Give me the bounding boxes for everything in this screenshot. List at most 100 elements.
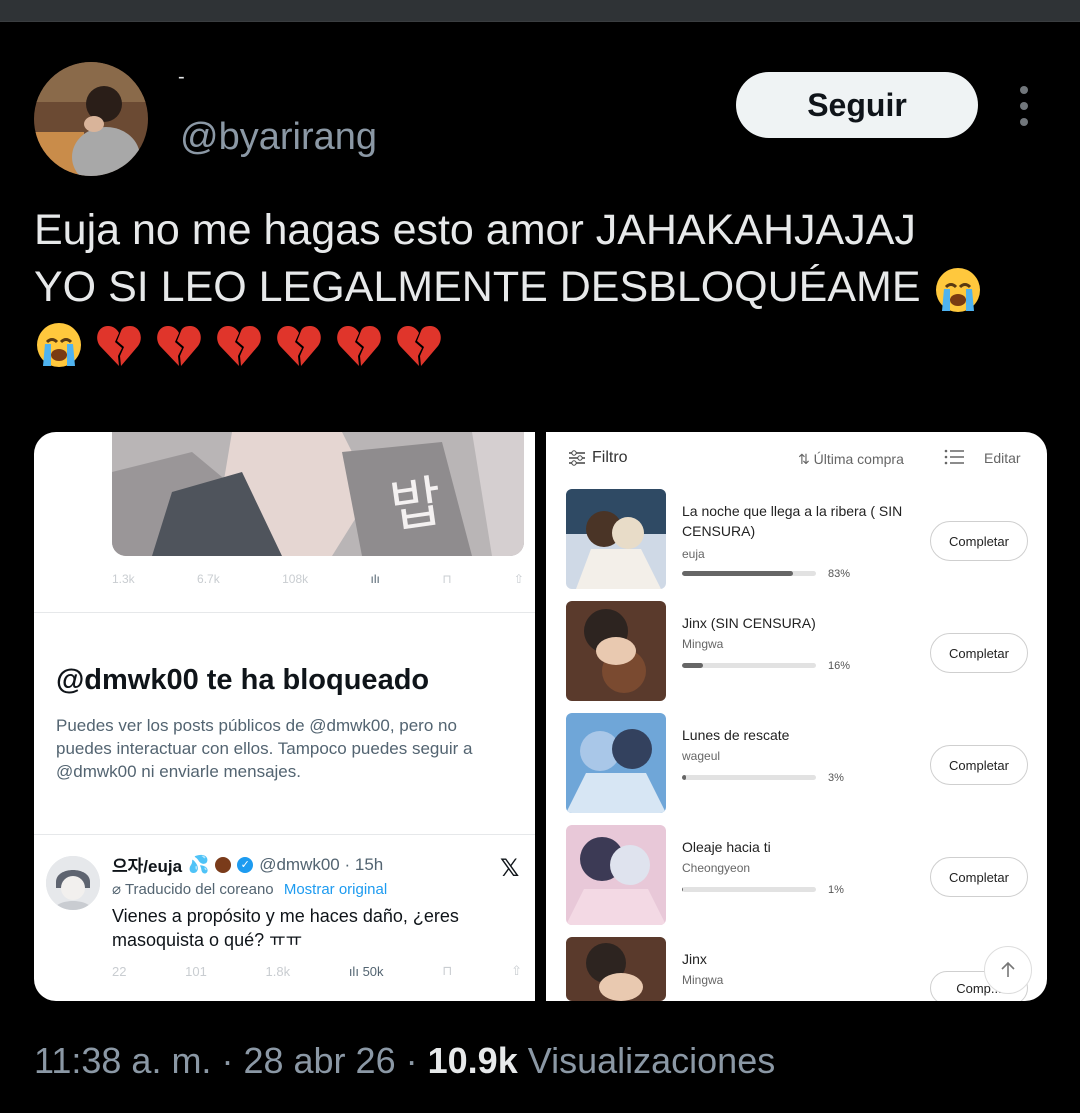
faint-like-count: 108k xyxy=(282,572,309,586)
book-author: Cheongyeon xyxy=(682,861,751,875)
complete-button[interactable]: Completar xyxy=(930,633,1028,673)
book-title: Jinx xyxy=(682,951,707,967)
reply-author-name[interactable]: 으자/euja xyxy=(112,852,182,877)
reply-count: 22 xyxy=(112,963,127,979)
loudly-crying-face-icon xyxy=(37,323,81,367)
tweet-media[interactable]: 밥 1.3k 6.7k 108k ılı ⊓ ⇧ @dmwk00 te ha b… xyxy=(34,432,1047,1001)
book-author: euja xyxy=(682,547,705,561)
library-item[interactable]: Lunes de rescate wageul 3% Completar xyxy=(546,713,1047,817)
like-count: 1.8k xyxy=(265,963,291,979)
follow-button[interactable]: Seguir xyxy=(736,72,978,138)
translation-note: ⌀ Traducido del coreano Mostrar original xyxy=(112,880,387,898)
library-item[interactable]: Jinx (SIN CENSURA) Mingwa 16% Completar xyxy=(546,601,1047,705)
reply-handle-time: @dmwk00 · 15h xyxy=(259,854,384,874)
complete-button[interactable]: Completar xyxy=(930,857,1028,897)
library-item[interactable]: Jinx Mingwa Comp... xyxy=(546,937,1047,1001)
emoji-row xyxy=(34,320,1044,370)
progress-percent: 83% xyxy=(828,568,851,580)
faint-bookmark-icon: ⊓ xyxy=(442,572,452,586)
filter-icon xyxy=(569,450,585,466)
reply-avatar xyxy=(46,856,100,910)
droplets-icon: 💦 xyxy=(188,854,210,874)
views-label: Visualizaciones xyxy=(527,1040,776,1081)
faint-tweet-actions: 1.3k 6.7k 108k ılı ⊓ ⇧ xyxy=(112,566,524,592)
broken-heart-icon xyxy=(397,326,441,366)
views-count: ılı 50k xyxy=(349,964,384,979)
blocked-description: Puedes ver los posts públicos de @dmwk00… xyxy=(56,716,473,781)
views-number: 10.9k xyxy=(427,1040,518,1081)
x-logo-icon: 𝕏 xyxy=(500,855,520,882)
book-title: Oleaje hacia ti xyxy=(682,839,771,855)
scroll-to-top-button[interactable] xyxy=(984,946,1032,994)
broken-heart-icon xyxy=(217,326,261,366)
tweet-text-line-2: YO SI LEO LEGALMENTE DESBLOQUÉAME xyxy=(34,259,1044,316)
book-author: Mingwa xyxy=(682,973,724,987)
divider xyxy=(34,612,535,613)
book-cover xyxy=(566,489,666,589)
edit-button[interactable]: Editar xyxy=(984,450,1021,466)
complete-button[interactable]: Completar xyxy=(930,521,1028,561)
tweet-date[interactable]: 28 abr 26 xyxy=(243,1040,395,1081)
progress-fill xyxy=(682,571,794,576)
progress-percent: 3% xyxy=(828,772,844,784)
faint-views-icon: ılı xyxy=(370,572,380,586)
filter-label: Filtro xyxy=(592,449,628,466)
tweet-time[interactable]: 11:38 a. m. xyxy=(34,1040,211,1081)
faint-share-icon: ⇧ xyxy=(513,572,524,586)
translated-label: Traducido del coreano xyxy=(124,881,274,898)
progress-percent: 16% xyxy=(828,660,851,672)
progress-fill xyxy=(682,775,687,780)
progress-fill xyxy=(682,887,684,892)
more-options-icon[interactable] xyxy=(1012,86,1036,126)
views-icon: ılı xyxy=(348,963,359,979)
book-cover xyxy=(566,601,666,701)
progress-bar xyxy=(682,887,816,892)
tweet-text: Euja no me hagas esto amor JAHAKAHJAJAJ … xyxy=(34,202,1044,370)
chestnut-icon xyxy=(215,856,232,873)
book-cover xyxy=(566,825,666,925)
display-name[interactable]: - xyxy=(178,66,185,89)
translate-icon: ⌀ xyxy=(112,881,122,898)
library-item[interactable]: Oleaje hacia ti Cheongyeon 1% Completar xyxy=(546,825,1047,929)
bookmark-icon: ⊓ xyxy=(442,963,453,978)
reply-header: 으자/euja 💦 ✓ @dmwk00 · 15h xyxy=(112,852,383,877)
book-cover xyxy=(566,713,666,813)
faint-reply-count: 1.3k xyxy=(112,572,135,586)
media-image-right[interactable]: Filtro ⇅ Última compra Editar La noche q… xyxy=(546,432,1047,1001)
complete-button[interactable]: Completar xyxy=(930,745,1028,785)
tweet-text-line-1: Euja no me hagas esto amor JAHAKAHJAJAJ xyxy=(34,206,916,254)
window-top-bar xyxy=(0,0,1080,22)
broken-heart-icon xyxy=(157,326,201,366)
progress-bar xyxy=(682,571,816,576)
share-icon: ⇧ xyxy=(511,963,522,978)
separator: · xyxy=(405,1040,418,1081)
book-title: Lunes de rescate xyxy=(682,727,790,743)
broken-heart-icon xyxy=(277,326,321,366)
library-item[interactable]: La noche que llega a la ribera ( SIN CEN… xyxy=(546,489,1047,593)
tweet-footer: 11:38 a. m. · 28 abr 26 · 10.9k Visualiz… xyxy=(34,1040,775,1082)
manhwa-artwork-title: 밥 xyxy=(386,469,446,541)
media-image-left[interactable]: 밥 1.3k 6.7k 108k ılı ⊓ ⇧ @dmwk00 te ha b… xyxy=(34,432,535,1001)
user-handle[interactable]: @byarirang xyxy=(180,116,377,159)
progress-bar xyxy=(682,775,816,780)
user-avatar[interactable] xyxy=(34,62,148,176)
loudly-crying-face-icon xyxy=(935,267,980,312)
book-cover xyxy=(566,937,666,1001)
book-author: Mingwa xyxy=(682,637,724,651)
tweet-text-line-2-text: YO SI LEO LEGALMENTE DESBLOQUÉAME xyxy=(34,263,921,311)
reply-text: Vienes a propósito y me haces daño, ¿ere… xyxy=(112,906,459,950)
progress-fill xyxy=(682,663,704,668)
sort-label[interactable]: ⇅ Última compra xyxy=(798,451,904,468)
arrow-up-icon xyxy=(1001,961,1015,977)
reply-actions: 22 101 1.8k ılı 50k ⊓ ⇧ xyxy=(112,958,522,984)
list-view-icon[interactable] xyxy=(944,448,964,466)
faint-repost-count: 6.7k xyxy=(197,572,220,586)
filter-button[interactable]: Filtro xyxy=(568,449,628,467)
views-count-text: 50k xyxy=(362,963,384,979)
blocked-title: @dmwk00 te ha bloqueado xyxy=(56,664,430,696)
divider xyxy=(34,834,535,835)
repost-count: 101 xyxy=(185,963,207,979)
progress-percent: 1% xyxy=(828,884,844,896)
verified-badge-icon: ✓ xyxy=(237,856,254,873)
show-original-link[interactable]: Mostrar original xyxy=(284,881,387,898)
